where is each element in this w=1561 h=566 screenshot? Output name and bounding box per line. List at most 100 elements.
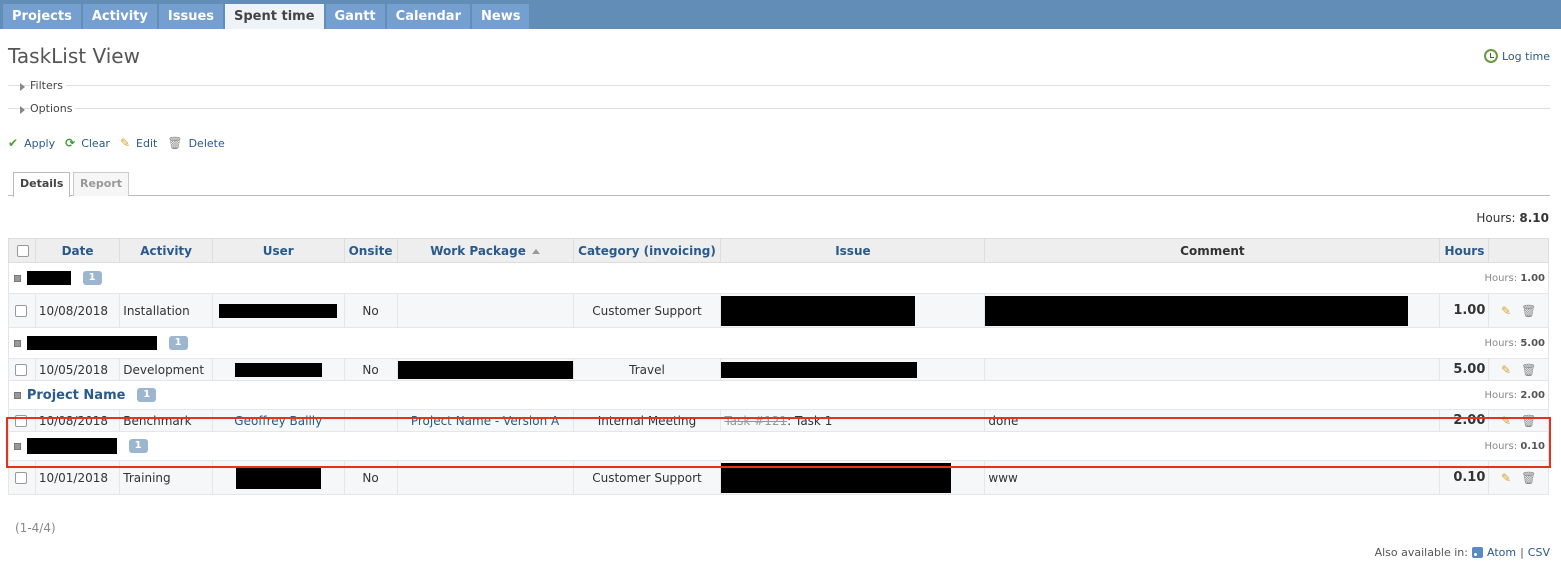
edit-button[interactable]: ✎ Edit bbox=[120, 136, 157, 150]
apply-label[interactable]: Apply bbox=[24, 137, 55, 150]
top-menu: Projects Activity Issues Spent time Gant… bbox=[0, 0, 1561, 29]
header-work-package[interactable]: Work Package bbox=[396, 238, 574, 263]
delete-entry-trash-icon[interactable]: 🗑 bbox=[1521, 414, 1536, 428]
log-time-link[interactable]: Log time bbox=[1484, 49, 1550, 63]
tab-details[interactable]: Details bbox=[13, 172, 71, 197]
sort-asc-icon bbox=[531, 248, 540, 254]
group-hours-value: 2.00 bbox=[1520, 389, 1545, 401]
delete-button[interactable]: 🗑 Delete bbox=[167, 136, 224, 150]
expand-triangle-icon[interactable] bbox=[20, 106, 25, 114]
row-select-cell[interactable] bbox=[8, 460, 36, 495]
total-hours: Hours: 8.10 bbox=[1476, 211, 1549, 225]
collapse-icon[interactable] bbox=[14, 391, 21, 399]
collapse-icon[interactable] bbox=[14, 274, 21, 282]
menu-spent-time[interactable]: Spent time bbox=[225, 4, 324, 29]
select-all-checkbox[interactable] bbox=[17, 245, 30, 257]
menu-issues[interactable]: Issues bbox=[158, 4, 223, 29]
issue-link[interactable]: Task #121 bbox=[724, 414, 787, 428]
group-hours-value: 1.00 bbox=[1520, 272, 1545, 284]
header-hours[interactable]: Hours bbox=[1439, 238, 1490, 263]
header-onsite[interactable]: Onsite bbox=[343, 238, 398, 263]
group-hours-label: Hours: bbox=[1484, 272, 1518, 284]
row-select-cell[interactable] bbox=[8, 358, 36, 381]
csv-link[interactable]: CSV bbox=[1528, 546, 1550, 559]
redacted-group-name bbox=[26, 271, 71, 286]
group-title-cell: 1 bbox=[8, 431, 1440, 461]
select-all-header[interactable] bbox=[8, 238, 36, 263]
options-legend[interactable]: Options bbox=[30, 102, 76, 115]
cell-category: Customer Support bbox=[572, 460, 722, 495]
header-date[interactable]: Date bbox=[34, 238, 121, 263]
cell-comment bbox=[984, 293, 1441, 328]
table-row[interactable]: 10/08/2018 Installation No Customer Supp… bbox=[8, 293, 1549, 328]
cell-category: Travel bbox=[572, 358, 722, 381]
edit-entry-pencil-icon[interactable]: ✎ bbox=[1501, 414, 1511, 428]
header-user[interactable]: User bbox=[211, 238, 345, 263]
cell-actions: ✎ 🗑 bbox=[1488, 358, 1549, 381]
query-buttons: ✔ Apply ⟳ Clear ✎ Edit 🗑 Delete bbox=[8, 136, 225, 150]
delete-label[interactable]: Delete bbox=[189, 137, 225, 150]
group-hours-label: Hours: bbox=[1484, 389, 1518, 401]
row-checkbox[interactable] bbox=[15, 305, 27, 317]
header-category[interactable]: Category (invoicing) bbox=[572, 238, 722, 263]
cell-comment: www bbox=[984, 460, 1441, 495]
cell-comment bbox=[984, 358, 1441, 381]
header-issue[interactable]: Issue bbox=[720, 238, 986, 263]
edit-entry-pencil-icon[interactable]: ✎ bbox=[1501, 363, 1511, 377]
delete-entry-trash-icon[interactable]: 🗑 bbox=[1521, 471, 1536, 485]
row-select-cell[interactable] bbox=[8, 293, 36, 328]
table-row[interactable]: 10/05/2018 Development No Travel 5.00 ✎ 🗑 bbox=[8, 358, 1549, 381]
work-package-link[interactable]: Project Name - Version A bbox=[411, 414, 559, 428]
row-checkbox[interactable] bbox=[15, 472, 27, 484]
menu-calendar[interactable]: Calendar bbox=[386, 4, 470, 29]
trash-icon: 🗑 bbox=[167, 136, 183, 150]
redacted-group-name bbox=[26, 336, 157, 351]
tab-report[interactable]: Report bbox=[73, 172, 130, 196]
log-time-label[interactable]: Log time bbox=[1502, 50, 1550, 63]
clear-label[interactable]: Clear bbox=[81, 137, 110, 150]
group-hours: Hours: 2.00 bbox=[1439, 380, 1549, 410]
redacted-issue bbox=[721, 462, 952, 493]
group-hours-value: 5.00 bbox=[1520, 337, 1545, 349]
menu-news[interactable]: News bbox=[472, 4, 530, 29]
group-title-cell: 1 bbox=[8, 327, 1440, 359]
menu-gantt[interactable]: Gantt bbox=[325, 4, 385, 29]
header-activity[interactable]: Activity bbox=[119, 238, 213, 263]
redacted-group-name bbox=[26, 438, 117, 454]
delete-entry-trash-icon[interactable]: 🗑 bbox=[1521, 304, 1536, 318]
cell-hours: 0.10 bbox=[1439, 460, 1490, 495]
group-hours-value: 0.10 bbox=[1520, 440, 1545, 452]
table-row[interactable]: 10/08/2018 Benchmark Geoffrey Bailly Pro… bbox=[8, 409, 1549, 432]
filters-fieldset[interactable]: Filters bbox=[8, 79, 1550, 92]
filters-legend[interactable]: Filters bbox=[30, 79, 66, 92]
header-work-package-label[interactable]: Work Package bbox=[430, 244, 526, 258]
edit-entry-pencil-icon[interactable]: ✎ bbox=[1501, 471, 1511, 485]
clear-button[interactable]: ⟳ Clear bbox=[65, 136, 110, 150]
menu-projects[interactable]: Projects bbox=[3, 4, 81, 29]
group-row: 1 Hours: 5.00 bbox=[8, 327, 1549, 359]
table-row[interactable]: 10/01/2018 Training No Customer Support … bbox=[8, 460, 1549, 495]
separator: | bbox=[1520, 546, 1524, 559]
redacted-user bbox=[235, 466, 321, 489]
redacted-user bbox=[219, 303, 338, 318]
other-formats-label: Also available in: bbox=[1374, 546, 1468, 559]
cell-work-package: Project Name - Version A bbox=[396, 409, 574, 432]
collapse-icon[interactable] bbox=[14, 339, 21, 347]
user-link[interactable]: Geoffrey Bailly bbox=[234, 414, 322, 428]
expand-triangle-icon[interactable] bbox=[20, 83, 25, 91]
row-checkbox[interactable] bbox=[15, 364, 27, 376]
group-count-badge: 1 bbox=[128, 439, 148, 453]
apply-button[interactable]: ✔ Apply bbox=[8, 136, 55, 150]
collapse-icon[interactable] bbox=[14, 442, 21, 450]
menu-activity[interactable]: Activity bbox=[82, 4, 157, 29]
cell-hours: 2.00 bbox=[1439, 409, 1490, 432]
edit-label[interactable]: Edit bbox=[136, 137, 157, 150]
delete-entry-trash-icon[interactable]: 🗑 bbox=[1521, 363, 1536, 377]
row-checkbox[interactable] bbox=[15, 415, 27, 427]
issue-subject: : Task 1 bbox=[787, 413, 833, 428]
row-select-cell[interactable] bbox=[8, 409, 36, 432]
pagination: (1-4/4) bbox=[15, 521, 56, 535]
options-fieldset[interactable]: Options bbox=[8, 102, 1550, 115]
edit-entry-pencil-icon[interactable]: ✎ bbox=[1501, 304, 1511, 318]
atom-link[interactable]: Atom bbox=[1487, 546, 1516, 559]
